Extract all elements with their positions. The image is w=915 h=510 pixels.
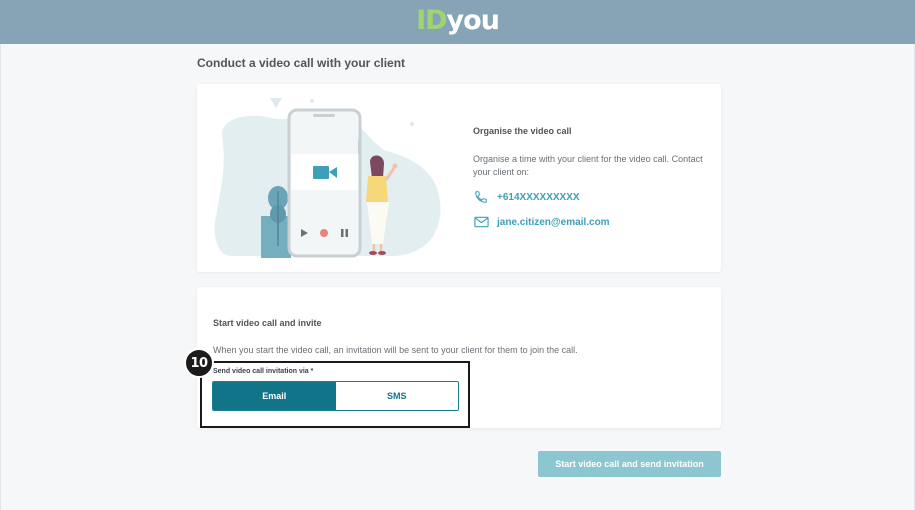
invite-title: Start video call and invite bbox=[213, 318, 322, 328]
email-contact[interactable]: jane.citizen@email.com bbox=[473, 215, 610, 229]
video-call-illustration bbox=[214, 98, 441, 258]
invitation-method-toggle: Email SMS bbox=[212, 381, 459, 411]
email-address[interactable]: jane.citizen@email.com bbox=[497, 217, 610, 228]
organise-description: Organise a time with your client for the… bbox=[473, 154, 703, 177]
phone-icon bbox=[473, 190, 489, 204]
start-video-call-button[interactable]: Start video call and send invitation bbox=[538, 451, 721, 477]
email-option-button[interactable]: Email bbox=[213, 382, 336, 410]
logo-you-text: you bbox=[446, 4, 500, 36]
phone-number[interactable]: +614XXXXXXXXX bbox=[497, 192, 580, 203]
mail-icon bbox=[473, 215, 489, 229]
page-title: Conduct a video call with your client bbox=[197, 56, 406, 70]
sms-option-button[interactable]: SMS bbox=[335, 382, 458, 410]
app-header: IDyou bbox=[0, 0, 915, 44]
phone-contact[interactable]: +614XXXXXXXXX bbox=[473, 190, 580, 204]
step-number-badge: 10 bbox=[184, 348, 214, 378]
invitation-method-label: Send video call invitation via * bbox=[213, 368, 314, 375]
organise-title: Organise the video call bbox=[473, 126, 572, 136]
idyou-logo: IDyou bbox=[416, 4, 500, 36]
invite-description: When you start the video call, an invita… bbox=[213, 345, 578, 355]
logo-id-text: ID bbox=[416, 4, 447, 36]
